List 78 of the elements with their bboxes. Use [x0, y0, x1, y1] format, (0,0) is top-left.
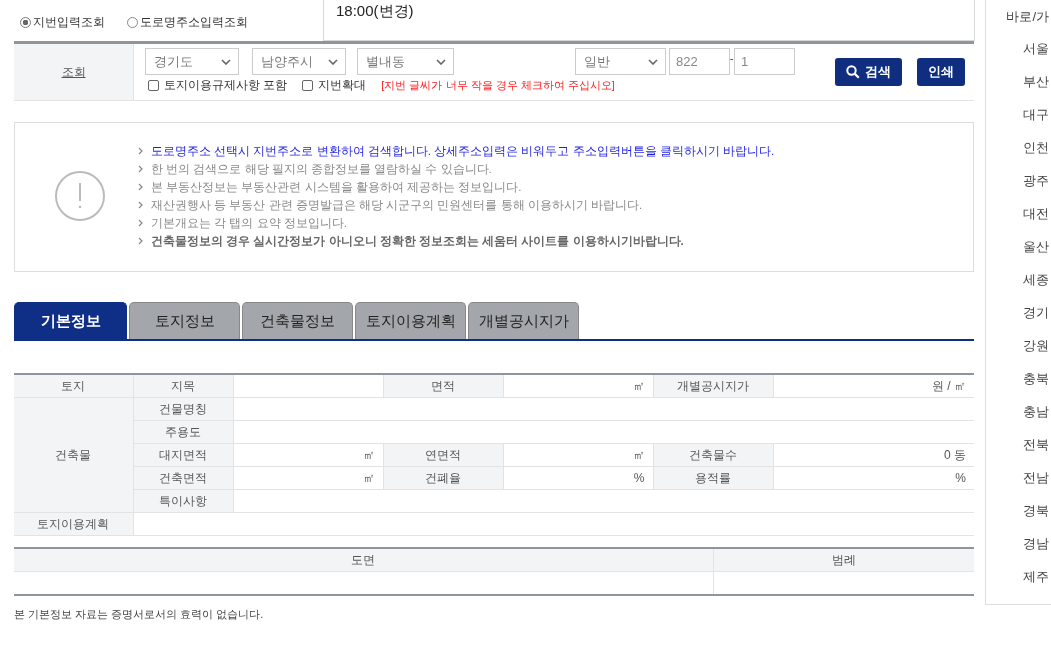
table-cell: % [773, 466, 974, 490]
lot-type-select[interactable]: 일반 [575, 48, 666, 75]
table-cell: ㎡ [233, 443, 383, 467]
region-select[interactable]: 경기도 [145, 48, 239, 75]
header-cell: 용적률 [653, 466, 773, 490]
region-link[interactable]: 대전 [986, 197, 1051, 230]
search-mode-radio[interactable]: 도로명주소입력조회 [127, 14, 248, 31]
caret-icon [436, 58, 446, 65]
search-mode-radio[interactable]: 지번입력조회 [20, 14, 105, 31]
header-cell: 토지 [14, 374, 133, 398]
chevron-icon [138, 147, 144, 155]
chevron-icon [138, 165, 144, 173]
info-text: 건축물정보의 경우 실시간정보가 아니오니 정확한 정보조회는 세움터 사이트를 이용하시기바랍니다. [151, 233, 684, 249]
table-cell: ㎡ [503, 374, 653, 398]
region-link[interactable]: 전남 [986, 461, 1051, 494]
header-cell: 범례 [713, 548, 974, 572]
chevron-icon [138, 237, 144, 245]
sub-number-field[interactable]: 1 [734, 48, 795, 75]
header-cell: 면적 [383, 374, 503, 398]
chevron-icon [138, 201, 144, 209]
region-link[interactable]: 세종 [986, 263, 1051, 296]
separator-text: - [730, 53, 734, 64]
header-cell: 건축물 [14, 397, 133, 513]
region-link[interactable]: 충북 [986, 362, 1051, 395]
table-cell: 0 동 [773, 443, 974, 467]
region-link[interactable]: 울산 [986, 230, 1051, 263]
table-cell: ㎡ [503, 443, 653, 467]
region-link[interactable]: 대구 [986, 98, 1051, 131]
tab[interactable]: 개별공시지가 [468, 302, 579, 339]
region-link[interactable]: 부산 [986, 65, 1051, 98]
header-cell: 개별공시지가 [653, 374, 773, 398]
option-checkbox[interactable]: 지번확대 [302, 76, 367, 94]
info-text: 한 번의 검색으로 해당 필지의 종합정보를 열람하실 수 있습니다. [151, 161, 492, 177]
region-link[interactable]: 경기 [986, 296, 1051, 329]
tab[interactable]: 건축물정보 [242, 302, 353, 339]
info-text: 본 부동산정보는 부동산관련 시스템을 활용하여 제공하는 정보입니다. [151, 179, 522, 195]
search-icon [846, 65, 860, 79]
header-cell: 건축물수 [653, 443, 773, 467]
header-cell: 도면 [14, 548, 713, 572]
caret-icon [221, 58, 231, 65]
header-cell: 건폐율 [383, 466, 503, 490]
table-cell: 원 / ㎡ [773, 374, 974, 398]
print-button[interactable]: 인쇄 [917, 58, 965, 86]
disclaimer-text: 본 기본정보 자료는 증명서로서의 효력이 없습니다. [14, 607, 265, 622]
chevron-icon [138, 219, 144, 227]
caret-icon [648, 58, 658, 65]
option-checkbox[interactable]: 토지이용규제사항 포함 [148, 76, 288, 94]
region-link[interactable]: 서울 [986, 32, 1051, 65]
alert-icon [54, 170, 106, 222]
tab[interactable]: 기본정보 [14, 302, 127, 339]
search-button[interactable]: 검색 [835, 58, 902, 86]
header-cell: 토지이용계획 [14, 512, 133, 536]
table-cell: % [503, 466, 653, 490]
region-link[interactable]: 전북 [986, 428, 1051, 461]
region-select[interactable]: 남양주시 [252, 48, 346, 75]
header-cell: 연면적 [383, 443, 503, 467]
info-text: 기본개요는 각 탭의 요약 정보입니다. [151, 215, 347, 231]
region-link[interactable]: 충남 [986, 395, 1051, 428]
main-number-field[interactable]: 822 [669, 48, 730, 75]
sidebar-heading: 바로/가 [1005, 8, 1050, 26]
region-link[interactable]: 광주 [986, 164, 1051, 197]
region-select[interactable]: 별내동 [357, 48, 454, 75]
chevron-icon [138, 183, 144, 191]
info-text: 재산권행사 등 부동산 관련 증명발급은 해당 시군구의 민원센터를 통해 이용하시기 바랍니다. [151, 197, 643, 213]
caret-icon [328, 58, 338, 65]
hint-text: [지번 글씨가 너무 작을 경우 체크하여 주십시오] [381, 77, 615, 93]
search-label: 조회 [14, 44, 134, 100]
tab[interactable]: 토지정보 [129, 302, 240, 339]
region-link[interactable]: 강원 [986, 329, 1051, 362]
info-text: 도로명주소 선택시 지번주소로 변환하여 검색합니다. 상세주소입력은 비워두고 주소입력버튼을 클릭하시기 바랍니다. [151, 143, 775, 159]
header-cell: 지목 [133, 374, 233, 398]
region-link[interactable]: 인천 [986, 131, 1051, 164]
region-link[interactable]: 제주 [986, 560, 1051, 593]
region-link[interactable]: 경북 [986, 494, 1051, 527]
tab[interactable]: 토지이용계획 [355, 302, 466, 339]
region-link[interactable]: 경남 [986, 527, 1051, 560]
notice-text: 18:00(변경) [336, 2, 414, 19]
table-cell: ㎡ [233, 466, 383, 490]
